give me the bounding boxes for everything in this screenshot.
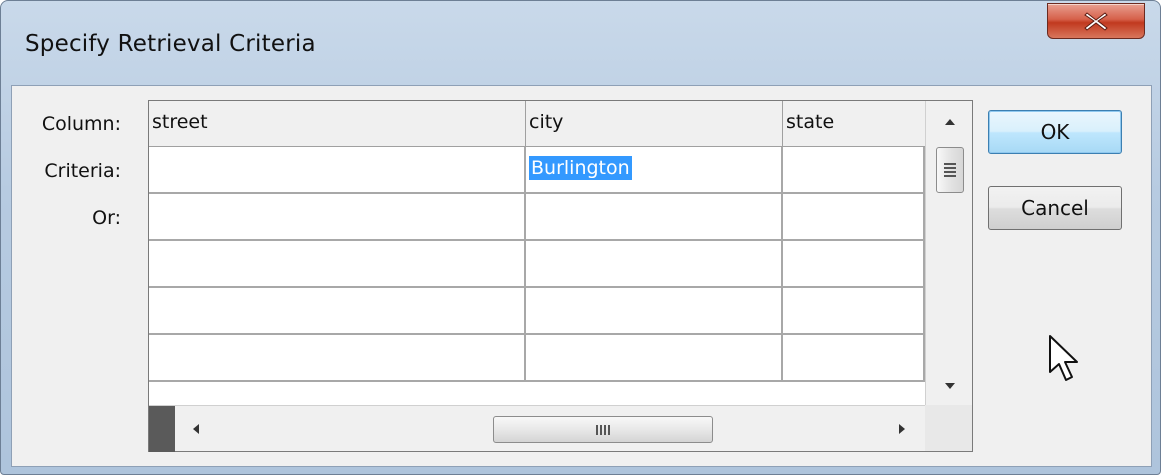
criteria-row: Burlington bbox=[149, 147, 925, 194]
column-header-city[interactable]: city bbox=[526, 101, 783, 147]
grid-cell[interactable] bbox=[149, 288, 526, 333]
grid-cell[interactable] bbox=[783, 335, 925, 380]
grid-cell[interactable] bbox=[526, 288, 783, 333]
grid-cell[interactable] bbox=[149, 241, 526, 286]
table-row bbox=[149, 335, 925, 382]
column-label: Column: bbox=[41, 113, 121, 135]
grip-icon bbox=[944, 163, 956, 177]
criteria-grid[interactable]: street city state Burlington bbox=[148, 100, 973, 452]
scroll-down-button[interactable] bbox=[926, 369, 973, 403]
or-cell-city[interactable] bbox=[526, 194, 783, 239]
or-cell-state[interactable] bbox=[783, 194, 925, 239]
cancel-button[interactable]: Cancel bbox=[988, 186, 1122, 230]
grid-cell[interactable] bbox=[783, 288, 925, 333]
arrow-right-icon bbox=[899, 424, 905, 434]
grip-icon bbox=[596, 424, 610, 435]
criteria-cell-state[interactable] bbox=[783, 147, 925, 192]
table-row bbox=[149, 241, 925, 288]
arrow-up-icon bbox=[944, 119, 955, 125]
close-button[interactable] bbox=[1047, 3, 1145, 39]
grid-cell[interactable] bbox=[526, 335, 783, 380]
dialog-window: Specify Retrieval Criteria Column: Crite… bbox=[0, 0, 1161, 475]
scrollbar-left-block bbox=[149, 406, 175, 452]
vertical-scrollbar[interactable] bbox=[925, 101, 972, 405]
scroll-right-button[interactable] bbox=[885, 406, 919, 452]
horizontal-scroll-thumb[interactable] bbox=[493, 416, 713, 443]
arrow-down-icon bbox=[944, 383, 955, 389]
title-bar[interactable]: Specify Retrieval Criteria bbox=[1, 1, 1160, 91]
close-x-icon bbox=[1084, 12, 1108, 31]
vertical-scroll-thumb[interactable] bbox=[936, 147, 964, 193]
or-row bbox=[149, 194, 925, 241]
column-header-street[interactable]: street bbox=[149, 101, 526, 147]
window-title: Specify Retrieval Criteria bbox=[25, 31, 316, 57]
grid-cell[interactable] bbox=[783, 241, 925, 286]
scroll-left-button[interactable] bbox=[179, 406, 213, 452]
selected-criteria-text[interactable]: Burlington bbox=[529, 156, 632, 180]
column-header-row: street city state bbox=[149, 101, 925, 147]
mouse-pointer-icon bbox=[1049, 335, 1078, 381]
scroll-up-button[interactable] bbox=[926, 105, 973, 139]
arrow-left-icon bbox=[193, 424, 199, 434]
grid-cell[interactable] bbox=[526, 241, 783, 286]
criteria-label: Criteria: bbox=[44, 160, 121, 182]
or-label: Or: bbox=[92, 207, 121, 229]
criteria-cell-street[interactable] bbox=[149, 147, 526, 192]
or-cell-street[interactable] bbox=[149, 194, 526, 239]
ok-button[interactable]: OK bbox=[988, 110, 1122, 154]
horizontal-scrollbar[interactable] bbox=[149, 405, 925, 452]
column-header-state[interactable]: state bbox=[783, 101, 925, 147]
criteria-cell-city[interactable]: Burlington bbox=[526, 147, 783, 192]
dialog-client-area: Column: Criteria: Or: street city state … bbox=[11, 85, 1152, 467]
table-row bbox=[149, 288, 925, 335]
grid-cell[interactable] bbox=[149, 335, 526, 380]
scrollbar-corner bbox=[925, 405, 972, 451]
